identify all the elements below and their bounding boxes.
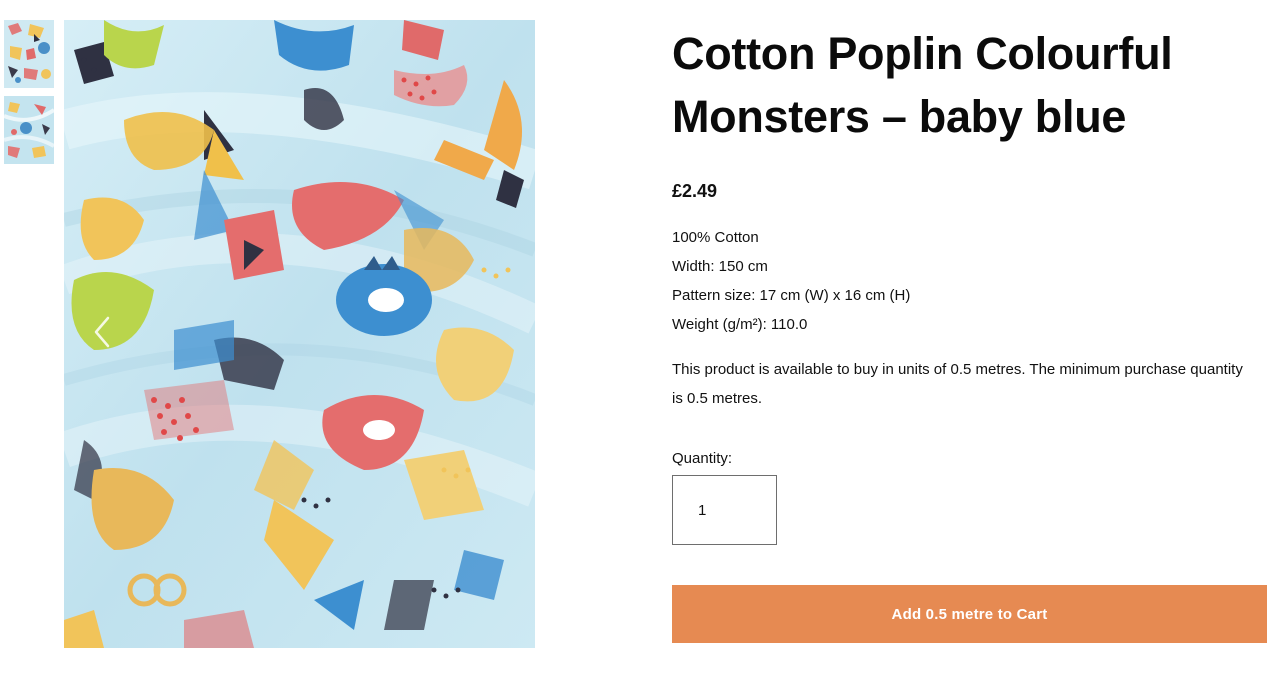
quantity-input[interactable] [672,475,777,545]
chevron-left-icon [94,316,110,348]
gallery-prev-button[interactable] [88,312,118,352]
spec-composition: 100% Cotton [672,229,759,246]
spec-pattern-size: Pattern size: 17 cm (W) x 16 cm (H) [672,287,911,304]
product-page: Cotton Poplin Colourful Monsters – baby … [0,0,1278,673]
product-main-image[interactable] [64,20,535,648]
product-specs: 100% Cotton Width: 150 cm Pattern size: … [672,223,1268,339]
add-to-cart-button[interactable]: Add 0.5 metre to Cart [672,585,1267,643]
availability-note: This product is available to buy in unit… [672,361,1243,407]
product-info: Cotton Poplin Colourful Monsters – baby … [672,20,1268,643]
thumbnail-fabric-draped[interactable] [4,96,54,164]
product-price: £2.49 [672,181,718,201]
thumbnail-fabric-flat[interactable] [4,20,54,88]
quantity-label: Quantity: [672,450,733,467]
spec-weight: Weight (g/m²): 110.0 [672,316,808,333]
thumbnail-list [4,20,54,172]
spec-width: Width: 150 cm [672,258,768,275]
product-title: Cotton Poplin Colourful Monsters – baby … [672,28,1173,142]
